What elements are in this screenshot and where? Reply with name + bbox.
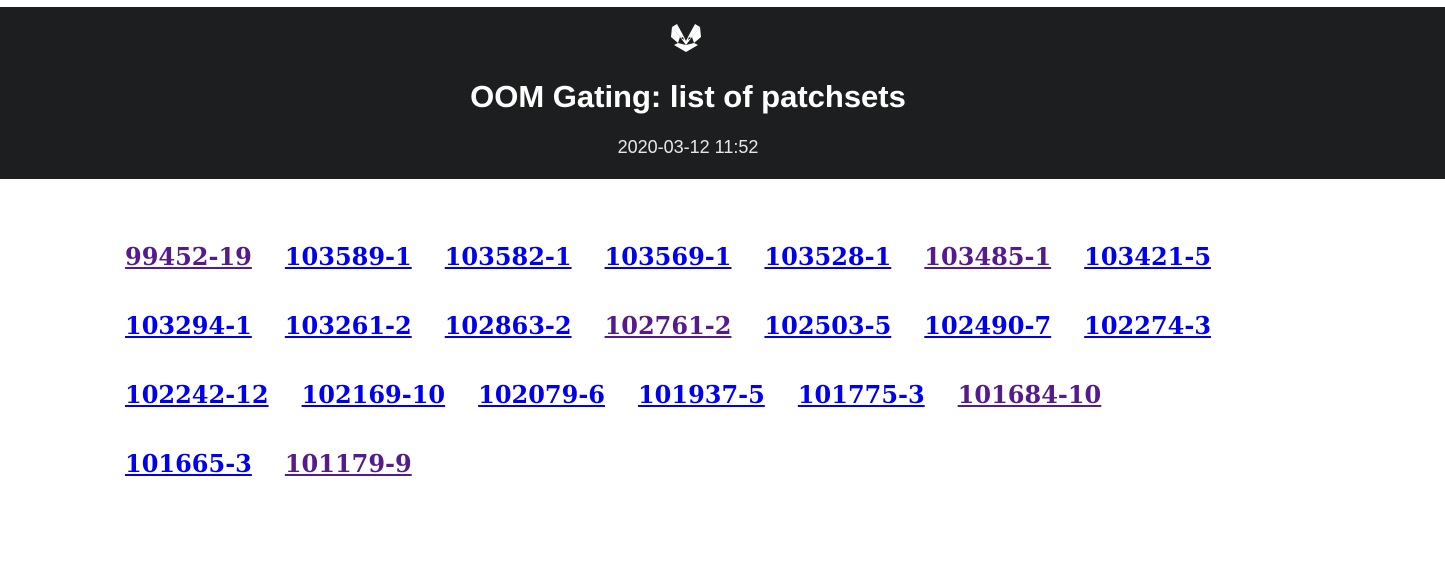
patchset-link[interactable]: 102863-2 <box>445 311 572 380</box>
patchset-list: 99452-19 103589-1 103582-1 103569-1 103528-1… <box>125 242 1245 518</box>
patchset-link[interactable]: 102079-6 <box>478 380 605 449</box>
page-header: OOM Gating: list of patchsets 2020-03-12… <box>0 7 1445 179</box>
patchset-link[interactable]: 103569-1 <box>605 242 732 311</box>
patchset-link[interactable]: 103294-1 <box>125 311 252 380</box>
patchset-link[interactable]: 101937-5 <box>638 380 765 449</box>
patchset-link[interactable]: 101684-10 <box>958 380 1102 449</box>
patchset-link[interactable]: 103421-5 <box>1084 242 1211 311</box>
patchset-row: 101665-3 101179-9 <box>125 449 1245 518</box>
patchset-link[interactable]: 102242-12 <box>125 380 269 449</box>
patchset-link[interactable]: 102169-10 <box>302 380 446 449</box>
patchset-row: 99452-19 103589-1 103582-1 103569-1 103528-1… <box>125 242 1245 311</box>
patchset-link[interactable]: 101665-3 <box>125 449 252 518</box>
patchset-row: 102242-12 102169-10 102079-6 101937-5 101775… <box>125 380 1245 449</box>
patchset-link[interactable]: 99452-19 <box>125 242 252 311</box>
patchset-link[interactable]: 103485-1 <box>924 242 1051 311</box>
patchset-link[interactable]: 103589-1 <box>285 242 412 311</box>
generated-timestamp: 2020-03-12 11:52 <box>617 137 759 157</box>
patchset-link[interactable]: 103261-2 <box>285 311 412 380</box>
patchset-link[interactable]: 103582-1 <box>445 242 572 311</box>
gitlab-fox-icon <box>671 24 701 52</box>
page-title: OOM Gating: list of patchsets <box>470 79 906 114</box>
patchset-row: 103294-1 103261-2 102863-2 102761-2 102503-5… <box>125 311 1245 380</box>
patchset-link[interactable]: 102274-3 <box>1084 311 1211 380</box>
patchset-link[interactable]: 102490-7 <box>924 311 1051 380</box>
patchset-link[interactable]: 101775-3 <box>798 380 925 449</box>
top-gap <box>0 0 1445 7</box>
patchset-link[interactable]: 102761-2 <box>605 311 732 380</box>
patchset-link[interactable]: 102503-5 <box>764 311 891 380</box>
patchset-link[interactable]: 103528-1 <box>764 242 891 311</box>
patchset-link[interactable]: 101179-9 <box>285 449 412 518</box>
